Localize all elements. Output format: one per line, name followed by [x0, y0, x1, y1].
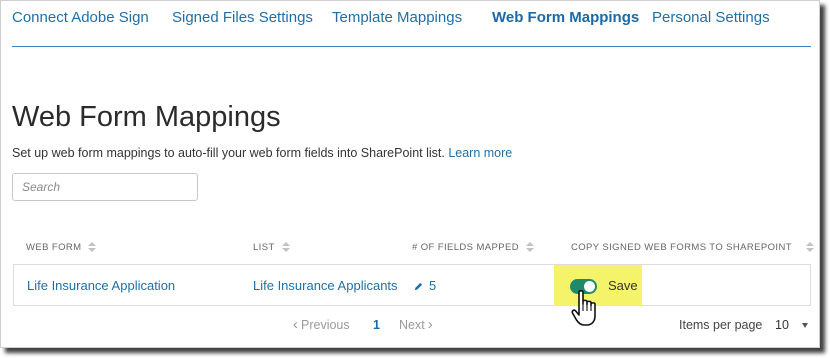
column-header-label: LIST	[253, 242, 275, 253]
description-text: Set up web form mappings to auto-fill yo…	[12, 146, 445, 160]
column-header-label: WEB FORM	[26, 242, 82, 253]
hand-pointer-icon	[571, 290, 596, 326]
tab-web-form-mappings[interactable]: Web Form Mappings	[492, 9, 639, 26]
page-description: Set up web form mappings to auto-fill yo…	[12, 146, 512, 160]
page-title: Web Form Mappings	[12, 101, 281, 133]
chevron-down-icon	[801, 322, 808, 328]
next-page-button[interactable]: Next ›	[399, 316, 436, 333]
pencil-icon	[414, 282, 423, 291]
tab-template-mappings[interactable]: Template Mappings	[332, 9, 462, 26]
items-per-page-value: 10	[775, 318, 789, 332]
chevron-right-icon: ›	[427, 316, 433, 333]
next-label: Next	[399, 318, 425, 332]
sort-icon	[281, 242, 290, 253]
column-header-list[interactable]: LIST	[253, 242, 290, 253]
search-input[interactable]	[12, 173, 198, 201]
items-per-page-label: Items per page	[679, 318, 763, 332]
tab-personal-settings[interactable]: Personal Settings	[652, 9, 770, 26]
fields-mapped-edit[interactable]: 5	[414, 278, 436, 293]
previous-label: Previous	[301, 318, 350, 332]
column-header-label: COPY SIGNED WEB FORMS TO SHAREPOINT	[571, 242, 792, 253]
column-header-fields-mapped[interactable]: # OF FIELDS MAPPED	[412, 242, 534, 253]
fields-mapped-count: 5	[429, 278, 437, 293]
previous-page-button[interactable]: ‹ Previous	[290, 316, 350, 333]
tab-signed-files-settings[interactable]: Signed Files Settings	[172, 9, 313, 26]
web-form-link[interactable]: Life Insurance Application	[27, 278, 175, 293]
column-header-web-form[interactable]: WEB FORM	[26, 242, 97, 253]
column-header-label: # OF FIELDS MAPPED	[412, 242, 519, 253]
sort-icon	[525, 242, 534, 253]
sort-icon	[805, 242, 814, 253]
save-label[interactable]: Save	[608, 278, 638, 293]
column-header-copy-signed[interactable]: COPY SIGNED WEB FORMS TO SHAREPOINT	[571, 242, 814, 253]
learn-more-link[interactable]: Learn more	[448, 146, 512, 160]
page-number-current[interactable]: 1	[373, 318, 380, 332]
tab-connect-adobe-sign[interactable]: Connect Adobe Sign	[12, 9, 149, 26]
chevron-left-icon: ‹	[293, 316, 298, 333]
list-link[interactable]: Life Insurance Applicants	[253, 278, 398, 293]
sort-icon	[88, 242, 97, 253]
app-frame: Connect Adobe Sign Signed Files Settings…	[0, 0, 820, 348]
items-per-page-select[interactable]: 10	[775, 318, 808, 332]
nav-divider	[12, 46, 811, 47]
